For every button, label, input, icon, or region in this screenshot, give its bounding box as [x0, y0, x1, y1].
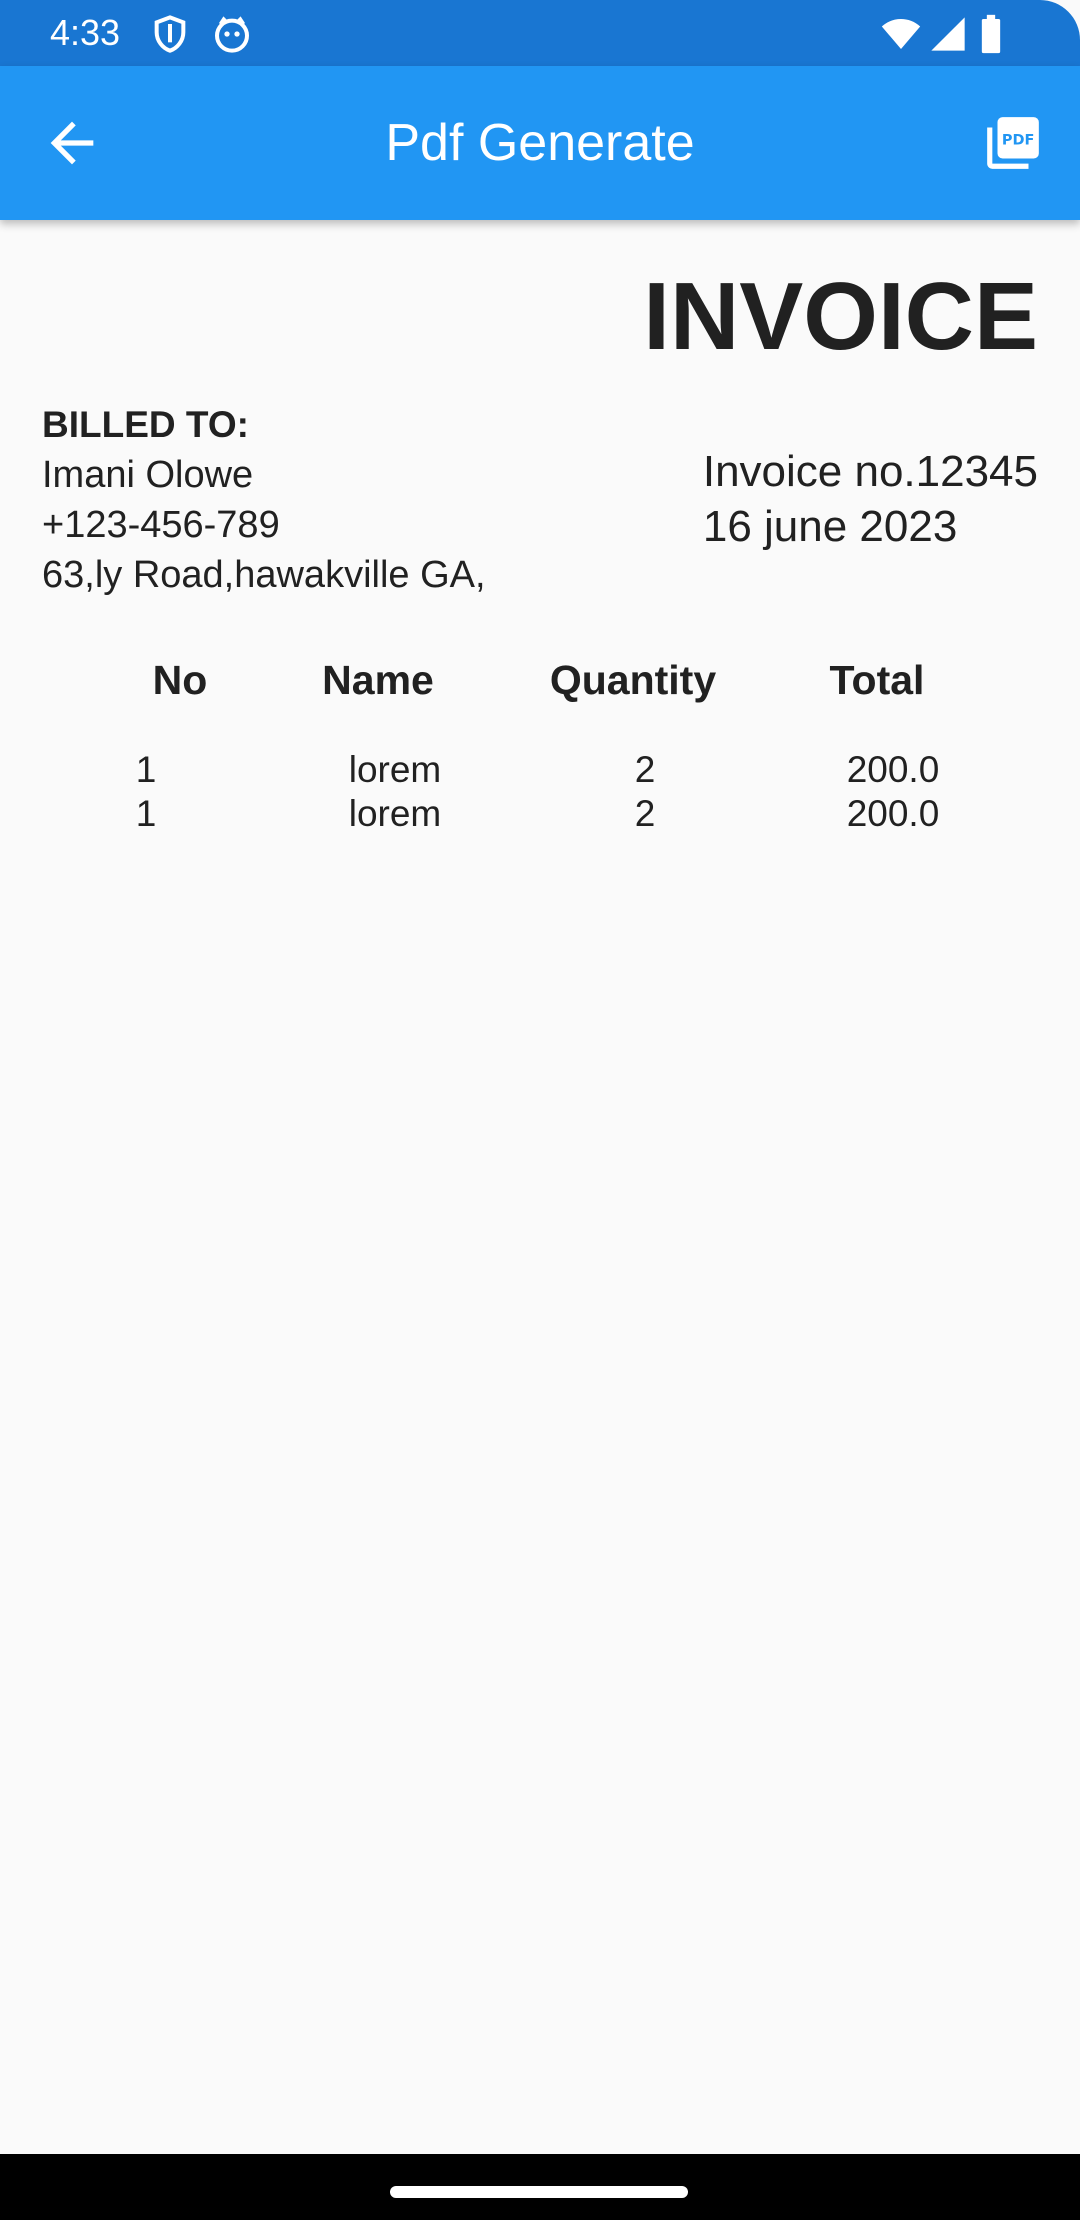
battery-icon — [978, 14, 1004, 54]
cell-quantity: 2 — [634, 793, 656, 834]
invoice-date: 16 june 2023 — [702, 502, 958, 551]
invoice-meta: Invoice no.12345 16 june 2023 — [703, 444, 1038, 554]
invoice-number: Invoice no.12345 — [702, 447, 1038, 496]
customer-address: 63,ly Road,hawakville GA, — [42, 554, 486, 596]
cellular-signal-icon — [928, 14, 968, 54]
status-time: 4:33 — [50, 12, 121, 53]
column-header-no: No — [152, 657, 208, 703]
cell-name: lorem — [348, 793, 442, 834]
svg-text:PDF: PDF — [1002, 133, 1034, 149]
app-title: Pdf Generate — [385, 114, 695, 172]
customer-name: Imani Olowe — [42, 454, 254, 496]
billed-to-block: BILLED TO: Imani Olowe +123-456-789 63,l… — [42, 400, 486, 600]
status-bar: 4:33 — [0, 0, 1080, 66]
wifi-icon — [880, 14, 922, 54]
table-row: 1 lorem 2 200.0 — [0, 792, 1080, 836]
cat-face-icon — [212, 14, 252, 54]
billed-to-label: BILLED TO: — [42, 404, 249, 445]
invoice-heading: INVOICE — [643, 263, 1038, 370]
cell-total: 200.0 — [846, 793, 940, 834]
column-header-quantity: Quantity — [549, 657, 717, 703]
picture-as-pdf-icon[interactable]: PDF — [982, 112, 1044, 174]
cell-no: 1 — [135, 749, 157, 790]
system-navigation-bar — [0, 2154, 1080, 2220]
cell-quantity: 2 — [634, 749, 656, 790]
table-row: 1 lorem 2 200.0 — [0, 748, 1080, 792]
arrow-back-icon[interactable] — [40, 111, 104, 175]
column-header-name: Name — [322, 657, 434, 703]
cell-no: 1 — [135, 793, 157, 834]
gesture-handle[interactable] — [390, 2186, 688, 2198]
app-bar: Pdf Generate PDF — [0, 66, 1080, 220]
cell-name: lorem — [348, 749, 442, 790]
shield-icon — [150, 14, 190, 54]
column-header-total: Total — [829, 657, 925, 703]
cell-total: 200.0 — [846, 749, 940, 790]
customer-phone: +123-456-789 — [42, 504, 280, 546]
